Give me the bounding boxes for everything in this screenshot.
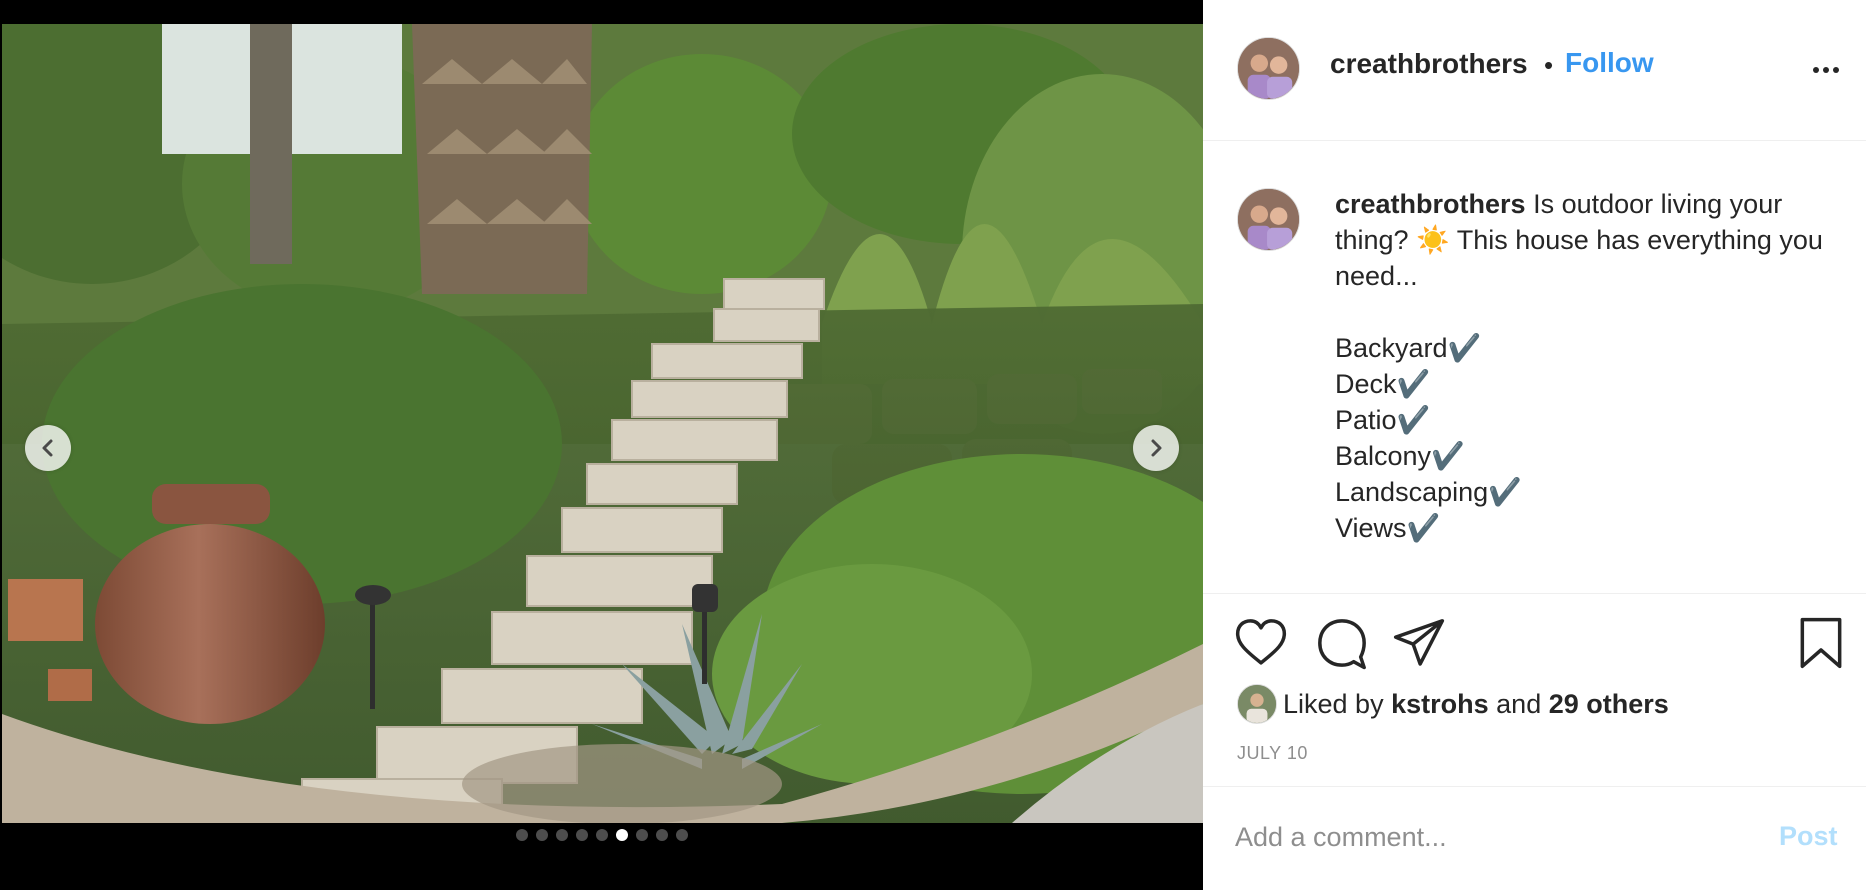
caption-list-item: Views✔️ bbox=[1335, 513, 1441, 543]
liker-avatar[interactable] bbox=[1237, 684, 1277, 724]
carousel-dot bbox=[576, 829, 588, 841]
comment-input[interactable] bbox=[1235, 809, 1735, 865]
avatar[interactable] bbox=[1237, 188, 1300, 251]
carousel-next-button[interactable] bbox=[1133, 425, 1179, 471]
share-button[interactable] bbox=[1391, 615, 1447, 671]
save-button[interactable] bbox=[1793, 615, 1849, 671]
carousel-prev-button[interactable] bbox=[25, 425, 71, 471]
likes-text: Liked by kstrohs and 29 others bbox=[1283, 689, 1669, 720]
likes-summary: Liked by kstrohs and 29 others bbox=[1237, 684, 1669, 724]
caption-text: creathbrothers Is outdoor living your th… bbox=[1335, 186, 1835, 546]
carousel-dot bbox=[536, 829, 548, 841]
caption-username[interactable]: creathbrothers bbox=[1335, 189, 1526, 219]
like-button[interactable] bbox=[1233, 615, 1289, 671]
caption-list-item: Balcony✔️ bbox=[1335, 441, 1465, 471]
comment-icon bbox=[1318, 619, 1366, 670]
avatar[interactable] bbox=[1237, 37, 1300, 100]
likes-prefix: Liked by bbox=[1283, 688, 1384, 719]
more-options-button[interactable] bbox=[1808, 52, 1844, 88]
garden-photo-illustration bbox=[2, 24, 1203, 823]
likes-others-link[interactable]: 29 others bbox=[1549, 689, 1669, 719]
carousel-dot bbox=[656, 829, 668, 841]
chevron-left-icon bbox=[42, 439, 53, 457]
comment-button[interactable] bbox=[1314, 615, 1370, 671]
carousel-dot bbox=[676, 829, 688, 841]
carousel-dot bbox=[556, 829, 568, 841]
more-options-icon bbox=[1813, 67, 1819, 73]
post-panel: creathbrothers • Follow creathbrothers I… bbox=[1203, 0, 1866, 890]
carousel-dots bbox=[516, 829, 688, 841]
follow-button[interactable]: Follow bbox=[1565, 47, 1654, 79]
heart-icon bbox=[1235, 619, 1287, 665]
post-header: creathbrothers • Follow bbox=[1203, 0, 1866, 141]
bookmark-icon bbox=[1800, 617, 1842, 669]
header-username[interactable]: creathbrothers bbox=[1330, 48, 1528, 80]
post-comment-button[interactable]: Post bbox=[1779, 821, 1838, 852]
likes-joiner: and bbox=[1496, 688, 1542, 719]
post-photo[interactable] bbox=[2, 24, 1203, 823]
caption-list-item: Backyard✔️ bbox=[1335, 333, 1482, 363]
caption-list-item: Landscaping✔️ bbox=[1335, 477, 1522, 507]
caption-list-item: Deck✔️ bbox=[1335, 369, 1431, 399]
caption-list-item: Patio✔️ bbox=[1335, 405, 1431, 435]
profile-photo-icon bbox=[1238, 189, 1299, 250]
separator-dot: • bbox=[1544, 50, 1554, 80]
carousel-dot bbox=[516, 829, 528, 841]
action-bar bbox=[1203, 615, 1866, 675]
profile-photo-icon bbox=[1238, 685, 1276, 723]
media-pane bbox=[0, 0, 1203, 890]
chevron-right-icon bbox=[1151, 439, 1162, 457]
comment-bar: Post bbox=[1203, 786, 1866, 890]
carousel-dot bbox=[636, 829, 648, 841]
carousel-dot-active bbox=[616, 829, 628, 841]
caption-list: Backyard✔️ Deck✔️ Patio✔️ Balcony✔️ Landscap… bbox=[1335, 330, 1835, 546]
post-date[interactable]: JULY 10 bbox=[1237, 743, 1308, 764]
caption-block: creathbrothers Is outdoor living your th… bbox=[1203, 142, 1866, 594]
liker-username[interactable]: kstrohs bbox=[1391, 689, 1489, 719]
profile-photo-icon bbox=[1238, 38, 1299, 99]
paper-plane-icon bbox=[1393, 619, 1445, 666]
carousel-dot bbox=[596, 829, 608, 841]
